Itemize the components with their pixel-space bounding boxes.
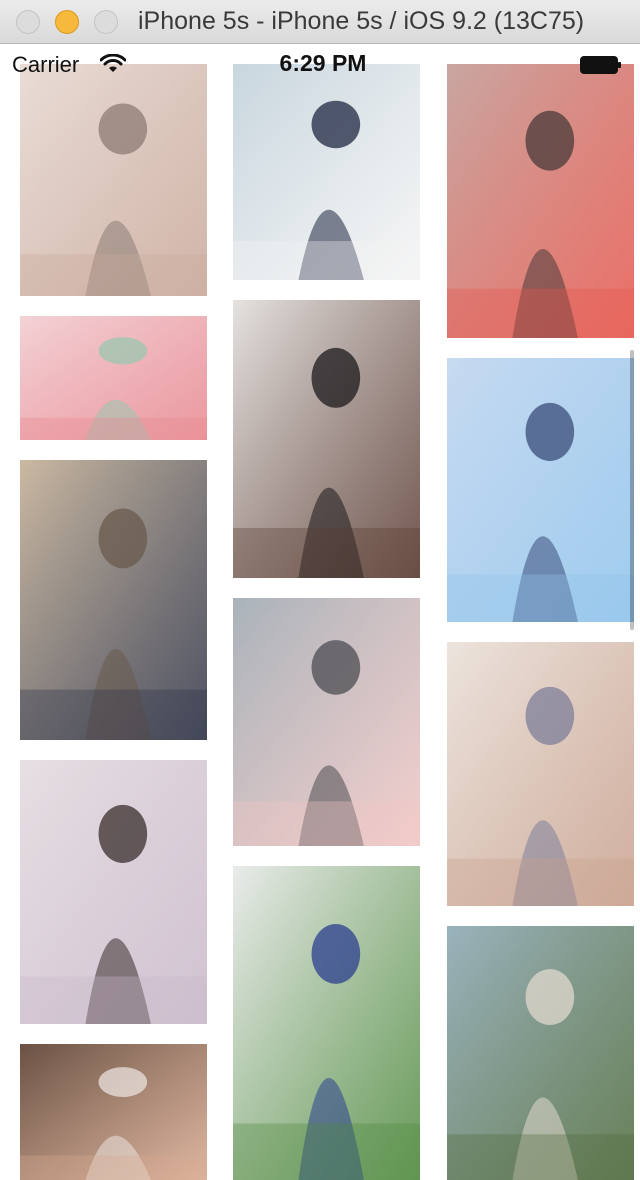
minimize-window-button[interactable]	[55, 10, 79, 34]
gallery-photo[interactable]	[20, 760, 207, 1024]
gallery-photo[interactable]	[447, 358, 634, 622]
gallery-photo[interactable]	[233, 866, 420, 1180]
status-clock: 6:29 PM	[279, 50, 367, 76]
battery-icon	[580, 56, 621, 74]
scroll-indicator[interactable]	[630, 350, 634, 630]
gallery-photo[interactable]	[20, 1044, 207, 1180]
zoom-window-button[interactable]	[94, 10, 118, 34]
gallery-photo[interactable]	[447, 642, 634, 906]
window-title-bar: iPhone 5s - iPhone 5s / iOS 9.2 (13C75)	[0, 0, 640, 44]
ios-status-bar: Carrier 6:29 PM	[0, 44, 640, 84]
close-window-button[interactable]	[16, 10, 40, 34]
gallery-photo[interactable]	[233, 300, 420, 578]
window-title: iPhone 5s - iPhone 5s / iOS 9.2 (13C75)	[138, 7, 585, 35]
gallery-photo[interactable]	[447, 64, 634, 338]
simulator-window: iPhone 5s - iPhone 5s / iOS 9.2 (13C75) …	[0, 0, 640, 1180]
gallery-photo[interactable]	[20, 64, 207, 296]
gallery-photo[interactable]	[233, 598, 420, 846]
gallery-photo[interactable]	[447, 926, 634, 1180]
gallery-photo[interactable]	[20, 316, 207, 440]
gallery-photo[interactable]	[233, 64, 420, 280]
gallery-photo[interactable]	[20, 460, 207, 740]
